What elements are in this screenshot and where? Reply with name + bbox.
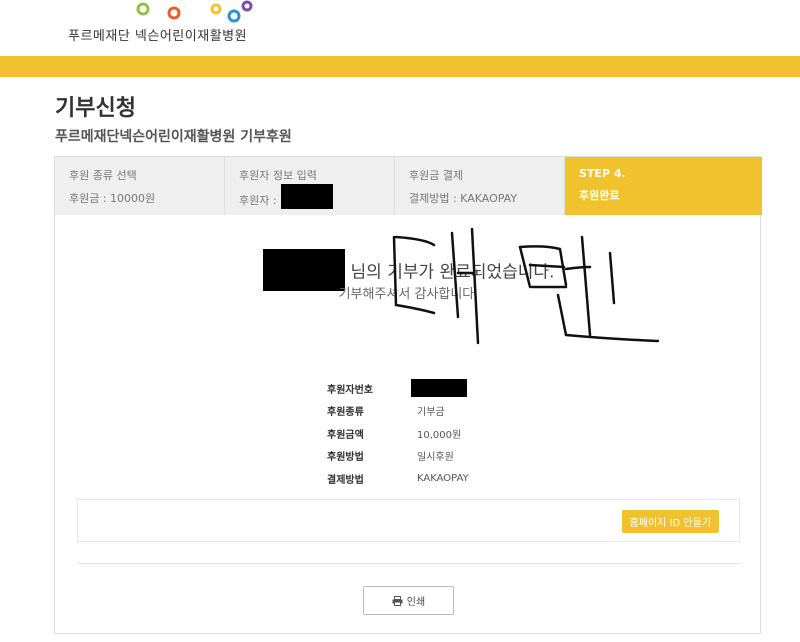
info-row: 후원금액 10,000원 — [327, 422, 469, 445]
printer-icon — [392, 595, 403, 606]
info-label: 후원종류 — [327, 407, 364, 419]
info-value: 일시후원 — [417, 452, 454, 464]
step-1: 후원 종류 선택 후원금 : 10000원 — [55, 157, 225, 215]
site-header: 푸르메재단 넥슨어린이재활병원 — [0, 0, 800, 56]
divider — [77, 563, 740, 564]
info-label: 결제방법 — [327, 474, 364, 486]
create-homepage-id-button[interactable]: 홈페이지 ID 만들기 — [621, 510, 719, 533]
info-label: 후원방법 — [327, 452, 364, 464]
info-row: 후원자번호 — [327, 377, 469, 400]
step-title: 후원자 정보 입력 — [239, 169, 317, 182]
org-name[interactable]: 푸르메재단 넥슨어린이재활병원 — [68, 25, 247, 44]
step-3: 후원금 결제 결제방법 : KAKAOPAY — [395, 157, 565, 215]
step-detail: 후원자 : — [239, 193, 277, 207]
info-label: 후원자번호 — [327, 384, 373, 396]
logo-icon[interactable] — [64, 0, 264, 26]
info-row: 후원종류 기부금 — [327, 400, 469, 423]
page-title: 기부신청 — [55, 96, 136, 121]
step-detail: 후원금 : 10000원 — [69, 192, 156, 205]
info-row: 결제방법 KAKAOPAY — [327, 467, 469, 490]
step-title: 후원금 결제 — [409, 169, 464, 182]
header-accent-bar — [0, 56, 800, 77]
step-title: 후원 종류 선택 — [69, 169, 137, 182]
step-indicator: 후원 종류 선택 후원금 : 10000원 후원자 정보 입력 후원자 : 후원… — [55, 157, 762, 215]
redacted-name — [280, 184, 333, 209]
step-2: 후원자 정보 입력 후원자 : — [225, 157, 395, 215]
info-value: 10,000원 — [417, 429, 462, 441]
step-detail: 결제방법 : KAKAOPAY — [409, 192, 518, 205]
info-value: 기부금 — [417, 407, 445, 419]
print-button[interactable]: 인쇄 — [363, 586, 454, 615]
redacted-donor-number — [411, 379, 467, 398]
donation-info: 후원자번호 후원종류 기부금 후원금액 10,000원 후원방법 일시후원 결제… — [327, 377, 469, 490]
handwritten-scribble — [392, 227, 660, 345]
info-label: 후원금액 — [327, 429, 364, 441]
account-box: 홈페이지 ID 만들기 — [77, 499, 740, 542]
info-value: KAKAOPAY — [417, 472, 469, 484]
step-title: STEP 4. — [579, 167, 626, 180]
page-subtitle: 푸르메재단넥슨어린이재활병원 기부후원 — [55, 129, 292, 145]
info-row: 후원방법 일시후원 — [327, 445, 469, 468]
step-4: STEP 4. 후원완료 — [565, 157, 762, 215]
step-detail: 후원완료 — [579, 189, 620, 202]
print-label: 인쇄 — [406, 597, 426, 608]
